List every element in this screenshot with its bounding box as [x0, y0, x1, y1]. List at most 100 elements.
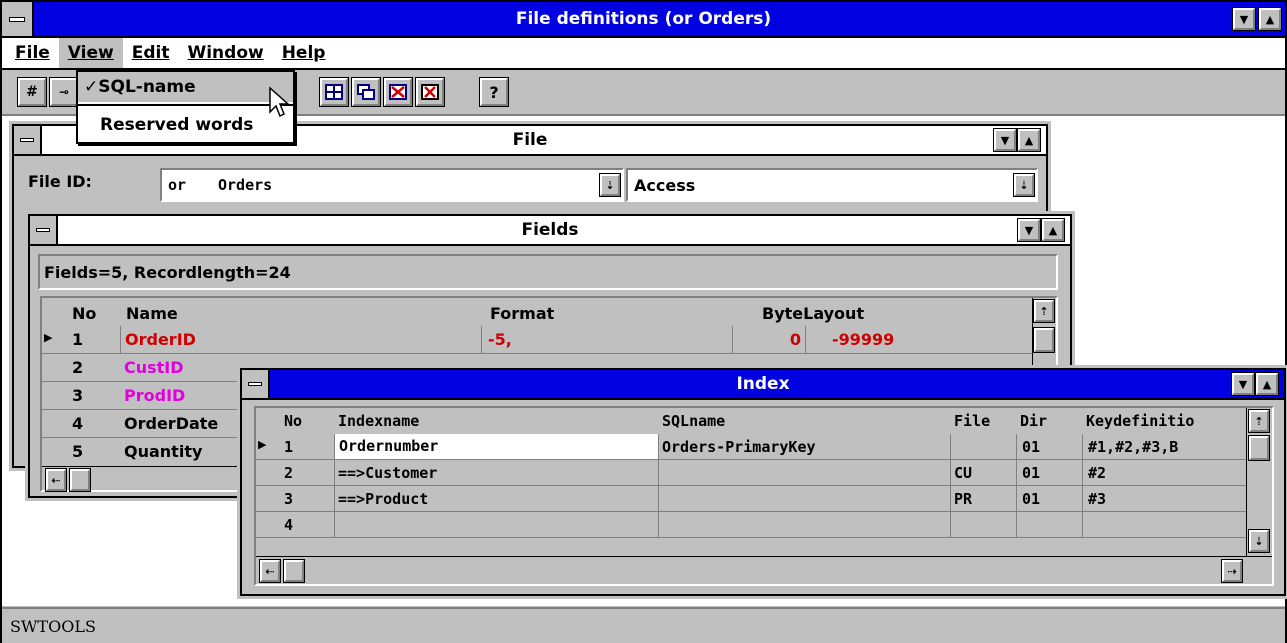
close-x-icon[interactable]	[415, 77, 445, 107]
fields-window-titlebar[interactable]: Fields ▼ ▲	[30, 216, 1070, 246]
index-row-no: 1	[284, 438, 294, 456]
status-text: SWTOOLS	[10, 616, 96, 636]
fields-scroll-up-icon[interactable]: ⇡	[1033, 299, 1055, 323]
index-row-file: PR	[954, 490, 973, 508]
index-scroll-left-icon[interactable]: ⇠	[259, 559, 281, 583]
fields-row-no: 1	[72, 330, 84, 349]
fields-window-minimize-icon[interactable]: ▼	[1017, 218, 1041, 242]
index-col-indexname: Indexname	[338, 412, 420, 430]
index-row[interactable]: 3 ==>Product PR 01 #3	[256, 486, 1246, 512]
fields-row[interactable]: ▶ 1 OrderID -5, 0 -99999	[42, 326, 1034, 354]
fields-row-name: OrderDate	[124, 414, 219, 433]
fields-scroll-left-icon[interactable]: ⇠	[45, 468, 67, 492]
file-window-minimize-icon[interactable]: ▼	[993, 128, 1017, 152]
fields-window-system-icon[interactable]	[30, 216, 58, 244]
menu-item-reserved-words[interactable]: Reserved words	[78, 110, 293, 140]
mouse-cursor-icon	[269, 86, 290, 118]
index-row-indexname: ==>Product	[338, 490, 429, 508]
delete-field-icon[interactable]	[383, 77, 413, 107]
index-scroll-thumb[interactable]	[1248, 435, 1270, 461]
index-row-indexname: Ordernumber	[339, 437, 439, 455]
index-row-dir: 01	[1022, 490, 1041, 508]
index-scroll-right-icon[interactable]: ⇢	[1221, 559, 1243, 583]
fields-row-no: 3	[72, 386, 84, 405]
index-row-sqlname: Orders-PrimaryKey	[662, 438, 816, 456]
menu-help[interactable]: Help	[273, 38, 335, 68]
fields-row-offset: 0	[789, 330, 801, 349]
menu-view[interactable]: View	[58, 38, 123, 68]
file-window-system-icon[interactable]	[14, 126, 42, 154]
menu-item-sql-name-label: SQL-name	[98, 77, 196, 97]
fields-hscroll-thumb[interactable]	[69, 468, 91, 492]
file-window-maximize-icon[interactable]: ▲	[1017, 128, 1041, 152]
index-window-title: Index	[736, 374, 790, 394]
menu-window[interactable]: Window	[178, 38, 272, 68]
index-row-keydef: #2	[1088, 464, 1107, 482]
col-divider	[1082, 434, 1083, 538]
fields-scroll-thumb[interactable]	[1033, 327, 1055, 353]
fields-summary-box: Fields=5, Recordlength=24	[38, 254, 1058, 290]
key-icon[interactable]: ⊸	[49, 77, 79, 107]
fields-row-name-cell[interactable]: OrderID	[120, 326, 482, 353]
index-row-keydef: #3	[1088, 490, 1107, 508]
index-hscroll-thumb[interactable]	[283, 559, 305, 583]
index-row[interactable]: ▶ 1 Ordernumber Orders-PrimaryKey 01 #1,…	[256, 434, 1246, 460]
index-col-no: No	[284, 412, 303, 430]
index-window: Index ▼ ▲ No Indexname SQLname File Dir …	[237, 365, 1287, 599]
cascade-icon[interactable]	[351, 77, 381, 107]
fields-window-maximize-icon[interactable]: ▲	[1041, 218, 1065, 242]
col-divider	[950, 434, 951, 538]
fields-row-name: OrderID	[125, 330, 196, 349]
index-hscrollbar[interactable]: ⇠ ⇢	[256, 556, 1272, 584]
col-divider	[658, 434, 659, 538]
index-col-sqlname: SQLname	[662, 412, 726, 430]
file-window-title: File	[512, 130, 548, 150]
menu-item-sql-name[interactable]: ✓ SQL-name	[78, 72, 293, 102]
index-grid: No Indexname SQLname File Dir Keydefinit…	[254, 406, 1274, 586]
grid-icon[interactable]	[319, 77, 349, 107]
index-col-dir: Dir	[1020, 412, 1048, 430]
indexname-input[interactable]: Ordernumber	[334, 434, 658, 459]
hash-icon[interactable]: #	[17, 77, 47, 107]
menu-edit[interactable]: Edit	[123, 38, 179, 68]
index-row-no: 3	[284, 490, 294, 508]
index-window-maximize-icon[interactable]: ▲	[1255, 372, 1279, 396]
statusbar: SWTOOLS	[2, 607, 1285, 643]
minimize-icon[interactable]: ▼	[1232, 7, 1256, 31]
menu-item-reserved-words-label: Reserved words	[100, 115, 254, 135]
fields-row-offset-cell[interactable]: 0	[732, 326, 806, 353]
index-window-minimize-icon[interactable]: ▼	[1231, 372, 1255, 396]
menu-file[interactable]: File	[6, 38, 59, 68]
maximize-icon[interactable]: ▲	[1258, 7, 1282, 31]
col-divider	[334, 460, 335, 538]
view-menu-dropdown: ✓ SQL-name Reserved words	[76, 70, 295, 144]
index-vscrollbar[interactable]: ⇡ ⇣	[1246, 408, 1272, 556]
file-id-label: File ID:	[28, 172, 92, 191]
menubar: File View Edit Window Help	[2, 38, 1285, 70]
file-id-select[interactable]: or Orders ⇣	[160, 168, 624, 202]
main-titlebar[interactable]: File definitions (or Orders) ▼ ▲	[2, 2, 1285, 38]
fields-row-no: 2	[72, 358, 84, 377]
help-icon[interactable]: ?	[479, 77, 509, 107]
file-id-name: Orders	[218, 176, 273, 194]
file-id-dropdown-icon[interactable]: ⇣	[599, 173, 621, 197]
fields-col-bytelayout: ByteLayout	[762, 304, 865, 323]
row-pointer-icon: ▶	[44, 331, 53, 344]
row-pointer-icon: ▶	[258, 438, 267, 451]
fields-row-no: 4	[72, 414, 84, 433]
driver-select[interactable]: Access ⇣	[626, 168, 1038, 202]
checkmark-icon: ✓	[84, 77, 99, 97]
index-scroll-up-icon[interactable]: ⇡	[1248, 409, 1270, 433]
index-row[interactable]: 2 ==>Customer CU 01 #2	[256, 460, 1246, 486]
index-window-titlebar[interactable]: Index ▼ ▲	[242, 370, 1284, 400]
driver-dropdown-icon[interactable]: ⇣	[1013, 173, 1035, 197]
fields-row-no: 5	[72, 442, 84, 461]
menu-separator	[78, 104, 293, 106]
fields-col-name: Name	[126, 304, 178, 323]
index-row[interactable]: 4	[256, 512, 1246, 538]
system-menu-icon[interactable]	[2, 2, 34, 36]
index-scroll-down-icon[interactable]: ⇣	[1248, 529, 1270, 553]
index-window-system-icon[interactable]	[242, 370, 270, 398]
index-row-file: CU	[954, 464, 973, 482]
fields-row-name: ProdID	[124, 386, 186, 405]
